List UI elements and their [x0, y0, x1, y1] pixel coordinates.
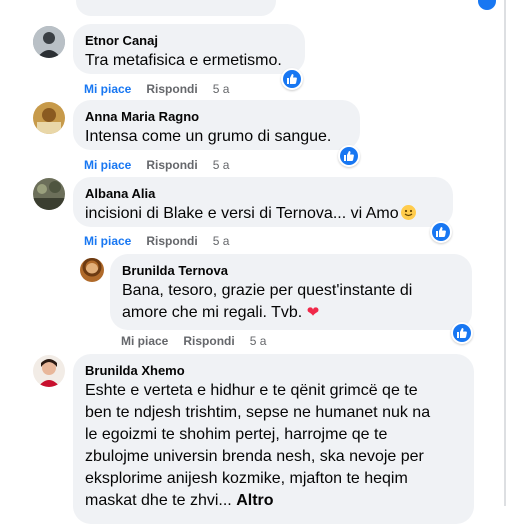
like-reaction-icon: [478, 0, 496, 10]
comment-text-line: le egoizmi te shohim pertej, harrojme qe…: [85, 426, 388, 443]
reply-button[interactable]: Rispondi: [146, 158, 197, 172]
reply-button[interactable]: Rispondi: [146, 234, 197, 248]
avatar[interactable]: [33, 355, 65, 387]
comment-text-tail: maskat dhe te zhvi...: [85, 492, 232, 509]
comment-author[interactable]: Anna Maria Ragno: [85, 108, 348, 125]
comment-actions: Mi piace Rispondi 5 a: [84, 82, 244, 96]
like-reaction-icon[interactable]: [451, 322, 473, 344]
like-button[interactable]: Mi piace: [84, 82, 131, 96]
comment-text-line: ben te ndjesh trishtim, sepse ne humanet…: [85, 404, 431, 421]
smiling-face-emoji-icon: [400, 205, 416, 220]
avatar[interactable]: [33, 26, 65, 58]
comment-bubble: Brunilda Xhemo Eshte e verteta e hidhur …: [73, 354, 474, 524]
comment-actions: Mi piace Rispondi 5 a: [84, 158, 244, 172]
comment-actions: Mi piace Rispondi 5 a: [84, 234, 244, 248]
timestamp[interactable]: 5 a: [213, 82, 230, 96]
reply-text-line: Bana, tesoro, grazie per quest'instante …: [122, 282, 413, 299]
comment-text-line: zbulojme universin brenda nesh, ska nevo…: [85, 448, 424, 465]
avatar[interactable]: [33, 102, 65, 134]
comment-text: Intensa come un grumo di sangue.: [85, 128, 332, 145]
timestamp[interactable]: 5 a: [213, 158, 230, 172]
reply-text-line: amore che mi regali. Tvb. ❤: [122, 302, 460, 324]
comment-text-line: Eshte e verteta e hidhur e te qënit grim…: [85, 382, 418, 399]
reply-button[interactable]: Rispondi: [146, 82, 197, 96]
like-reaction-icon[interactable]: [430, 221, 452, 243]
comment-text: Eshte e verteta e hidhur e te qënit grim…: [85, 380, 462, 512]
comment-bubble: Albana Alia incisioni di Blake e versi d…: [73, 177, 453, 227]
comment-author[interactable]: Albana Alia: [85, 185, 441, 202]
see-more-link[interactable]: Altro: [236, 492, 273, 509]
comment-bubble: Anna Maria Ragno Intensa come un grumo d…: [73, 100, 360, 150]
comment-author[interactable]: Etnor Canaj: [85, 32, 293, 49]
like-reaction-icon[interactable]: [338, 145, 360, 167]
like-reaction-icon[interactable]: [281, 68, 303, 90]
comment-author[interactable]: Brunilda Xhemo: [85, 362, 462, 379]
reply-actions: Mi piace Rispondi 5 a: [121, 334, 281, 348]
avatar[interactable]: [33, 178, 65, 210]
like-button[interactable]: Mi piace: [121, 334, 168, 348]
comment-bubble: Etnor Canaj Tra metafisica e ermetismo.: [73, 24, 305, 74]
red-heart-emoji-icon: ❤: [306, 304, 320, 321]
like-button[interactable]: Mi piace: [84, 158, 131, 172]
previous-comment-remnant: [0, 0, 506, 18]
reply-text-body: amore che mi regali. Tvb.: [122, 304, 303, 321]
reply-author[interactable]: Brunilda Ternova: [122, 262, 460, 279]
comment-text: Tra metafisica e ermetismo.: [85, 52, 282, 69]
comment-text-line: eksplorime anijesh kozmike, mjafton te h…: [85, 470, 408, 487]
timestamp[interactable]: 5 a: [250, 334, 267, 348]
avatar[interactable]: [80, 258, 104, 282]
previous-comment-bubble: [76, 0, 276, 16]
like-button[interactable]: Mi piace: [84, 234, 131, 248]
reply-bubble: Brunilda Ternova Bana, tesoro, grazie pe…: [110, 254, 472, 330]
comment-text: incisioni di Blake e versi di Ternova...…: [85, 203, 441, 225]
comment-text-body: incisioni di Blake e versi di Ternova...…: [85, 205, 399, 222]
comment-text-line: maskat dhe te zhvi... Altro: [85, 490, 462, 512]
timestamp[interactable]: 5 a: [213, 234, 230, 248]
reply-button[interactable]: Rispondi: [183, 334, 234, 348]
